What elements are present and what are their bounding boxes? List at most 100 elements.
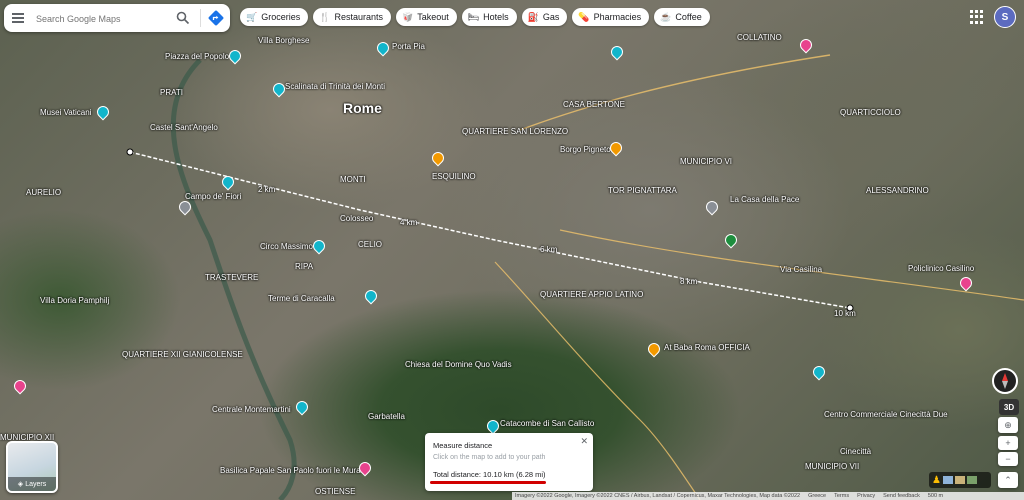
total-distance: Total distance: 10.10 km (6.28 mi) <box>433 470 546 479</box>
map-label: CASA BERTONE <box>563 100 625 109</box>
map-label: ALESSANDRINO <box>866 186 929 195</box>
zoom-in-button[interactable]: + <box>998 436 1018 450</box>
map-label: Borgo Pigneto <box>560 145 611 154</box>
map-label: ESQUILINO <box>432 172 476 181</box>
map-label: Scalinata di Trinità dei Monti <box>285 82 386 91</box>
map-label: TRASTEVERE <box>205 273 259 282</box>
chip-label: Groceries <box>261 12 301 22</box>
city-label: Rome <box>343 100 382 116</box>
apps-grid-icon[interactable] <box>970 10 984 24</box>
chip-label: Takeout <box>417 12 449 22</box>
privacy-link[interactable]: Privacy <box>857 493 875 499</box>
distance-marker: 8 km <box>680 277 698 286</box>
layers-icon: ◈ <box>17 481 24 488</box>
chip-label: Gas <box>542 12 560 22</box>
chip-restaurants[interactable]: 🍴 Restaurants <box>313 8 391 26</box>
map-label: Villa Borghese <box>258 36 310 45</box>
chip-groceries[interactable]: 🛒 Groceries <box>240 8 309 26</box>
layers-button[interactable]: ◈ Layers <box>6 441 58 493</box>
attribution-text: Imagery ©2022 Google, Imagery ©2022 CNES… <box>515 493 801 499</box>
close-icon[interactable]: ✕ <box>580 436 588 447</box>
map-label: Garbatella <box>368 412 405 421</box>
map-label: Basilica Papale San Paolo fuori le Mura <box>220 466 361 475</box>
map-label: Policlinico Casilino <box>908 264 975 273</box>
map-label: Via Casilina <box>780 265 823 274</box>
pegman-icon[interactable]: ♟ <box>932 475 941 486</box>
measure-hint: Click on the map to add to your path <box>433 454 546 461</box>
pharmacy-icon: 💊 <box>578 11 590 22</box>
chip-label: Pharmacies <box>593 12 642 22</box>
gas-pump-icon: ⛽ <box>527 11 539 22</box>
map-label: Centro Commerciale Cinecittà Due <box>824 410 948 419</box>
distance-marker: 10 km <box>834 309 856 318</box>
imagery-thumb[interactable] <box>954 476 965 484</box>
map-label: Cinecittà <box>840 447 872 456</box>
fork-knife-icon: 🍴 <box>319 11 331 22</box>
coffee-icon: ☕ <box>660 11 672 22</box>
map-label: QUARTIERE XII GIANICOLENSE <box>122 350 243 359</box>
map-label: AURELIO <box>26 188 62 197</box>
layers-label-bar: ◈ Layers <box>8 477 56 491</box>
distance-marker: 4 km <box>400 218 418 227</box>
map-label: At Baba Roma OFFICIA <box>664 343 750 352</box>
zoom-out-button[interactable]: − <box>998 452 1018 466</box>
map-label: MUNICIPIO VI <box>680 157 733 166</box>
search-divider <box>200 9 201 27</box>
map-label: Centrale Montemartini <box>212 405 291 414</box>
map-label: PRATI <box>160 88 183 97</box>
measure-title: Measure distance <box>433 441 493 450</box>
feedback-link[interactable]: Send feedback <box>883 493 920 499</box>
category-chips: 🛒 Groceries 🍴 Restaurants 🥡 Takeout 🛏 Hotels… <box>240 8 710 26</box>
map-label: OSTIENSE <box>315 487 356 496</box>
chip-coffee[interactable]: ☕ Coffee <box>654 8 710 26</box>
map-label: Circo Massimo <box>260 242 313 251</box>
chip-takeout[interactable]: 🥡 Takeout <box>395 8 457 26</box>
chip-hotels[interactable]: 🛏 Hotels <box>461 8 517 26</box>
my-location-button[interactable]: ⊕ <box>998 417 1018 433</box>
map-label: Piazza del Popolo <box>165 52 230 61</box>
map-footer: Imagery ©2022 Google, Imagery ©2022 CNES… <box>512 492 1024 500</box>
map-label: CELIO <box>358 240 383 249</box>
map-label: QUARTIERE SAN LORENZO <box>462 127 569 136</box>
map-label: TOR PIGNATTARA <box>608 186 677 195</box>
map-label: La Casa della Pace <box>730 195 800 204</box>
avatar[interactable]: S <box>994 6 1016 28</box>
map-label: Chiesa del Domine Quo Vadis <box>405 360 512 369</box>
takeout-icon: 🥡 <box>401 11 414 22</box>
highway-a24 <box>519 54 831 131</box>
bed-icon: 🛏 <box>467 11 480 22</box>
chip-pharmacies[interactable]: 💊 Pharmacies <box>572 8 650 26</box>
distance-marker: 6 km <box>540 245 558 254</box>
measure-path <box>129 151 851 309</box>
map-label: Porta Pia <box>392 42 425 51</box>
map-label: QUARTICCIOLO <box>840 108 901 117</box>
measure-start-point <box>126 148 134 156</box>
expand-button[interactable]: ⌃ <box>998 472 1018 488</box>
scale-label[interactable]: 500 m <box>928 493 943 499</box>
search-box <box>4 4 230 32</box>
distance-marker: 2 km <box>258 185 276 194</box>
imagery-thumb[interactable] <box>966 476 977 484</box>
terms-link[interactable]: Terms <box>834 493 849 499</box>
imagery-tray[interactable]: ♟ <box>929 472 991 488</box>
satellite-map[interactable]: Rome Piazza del Popolo Villa Borghese Sc… <box>0 0 1024 500</box>
menu-icon[interactable] <box>12 13 24 23</box>
map-label: Catacombe di San Callisto <box>500 419 595 428</box>
map-label: RIPA <box>295 262 314 271</box>
directions-icon[interactable] <box>208 10 224 26</box>
country-label[interactable]: Greece <box>808 493 826 499</box>
map-label: QUARTIERE APPIO LATINO <box>540 290 644 299</box>
map-label: Terme di Caracalla <box>268 294 335 303</box>
cart-icon: 🛒 <box>246 11 258 22</box>
compass-icon[interactable] <box>992 368 1018 394</box>
imagery-thumb[interactable] <box>942 476 953 484</box>
search-icon[interactable] <box>176 11 190 25</box>
chip-gas[interactable]: ⛽ Gas <box>521 8 568 26</box>
map-label: Villa Doria Pamphilj <box>40 296 110 305</box>
map-label: COLLATINO <box>737 33 782 42</box>
chip-label: Hotels <box>483 12 509 22</box>
expand-icon: ⌃ <box>1004 474 1012 485</box>
chip-label: Restaurants <box>334 12 383 22</box>
search-input[interactable] <box>34 9 176 29</box>
toggle-3d-button[interactable]: 3D <box>999 399 1019 415</box>
